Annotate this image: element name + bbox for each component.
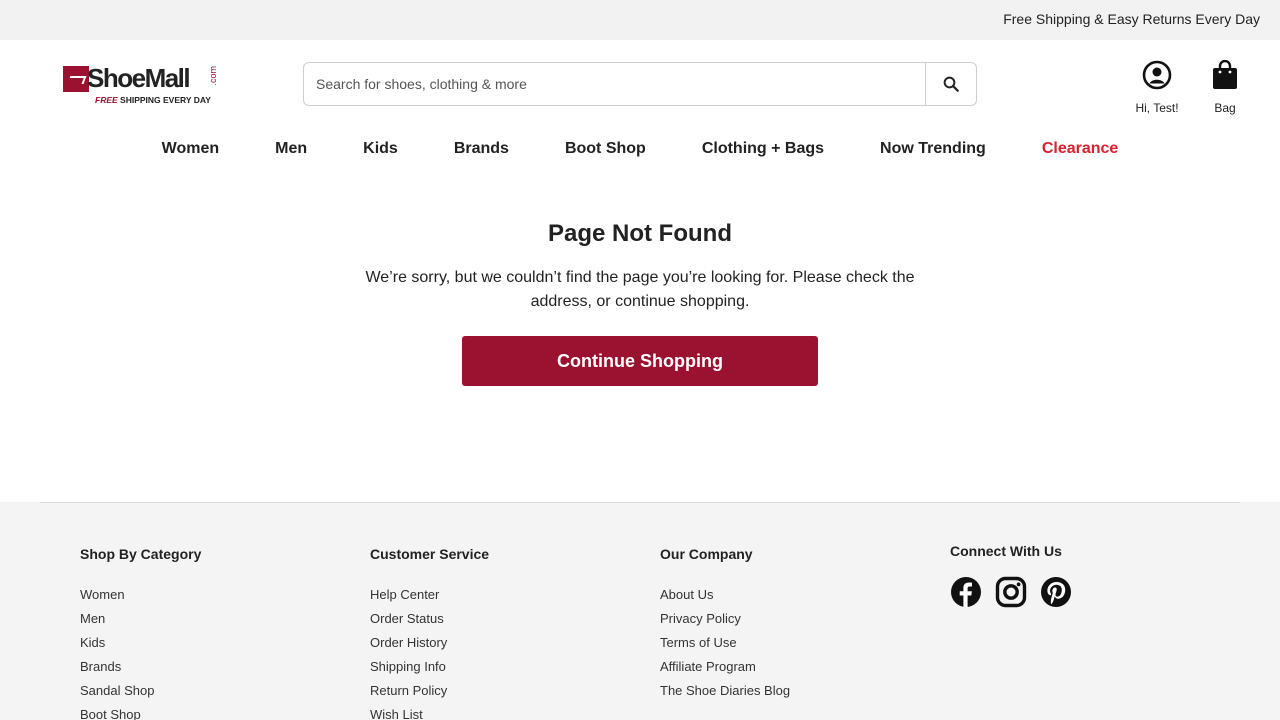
search-bar [303,62,977,106]
logo-tagline: FREE SHIPPING EVERY DAY [95,95,211,105]
pinterest-icon[interactable] [1040,576,1072,608]
bag-button[interactable]: Bag [1206,59,1244,115]
footer: Shop By Category Women Men Kids Brands S… [0,502,1280,720]
continue-shopping-button[interactable]: Continue Shopping [462,336,818,386]
footer-heading: Customer Service [370,546,490,562]
footer-divider [40,502,1240,503]
shopping-bag-icon [1213,59,1237,89]
logo-tagline-free: FREE [95,95,118,105]
social-links [950,576,1072,608]
logo-name: ShoeMall [87,63,191,93]
nav-item-brands[interactable]: Brands [454,140,509,158]
footer-link-boot-shop[interactable]: Boot Shop [80,703,201,720]
footer-link-terms-of-use[interactable]: Terms of Use [660,631,790,655]
not-found-content: Page Not Found We’re sorry, but we could… [0,220,1280,386]
search-input[interactable] [304,63,926,105]
logo-dotcom: .com [208,66,218,86]
footer-link-help-center[interactable]: Help Center [370,583,489,607]
footer-link-order-status[interactable]: Order Status [370,607,489,631]
nav-item-clothing-bags[interactable]: Clothing + Bags [702,140,824,158]
instagram-icon[interactable] [995,576,1027,608]
nav-item-boot-shop[interactable]: Boot Shop [565,140,646,158]
footer-link-order-history[interactable]: Order History [370,631,489,655]
promo-bar: Free Shipping & Easy Returns Every Day [0,0,1280,40]
footer-link-sandal-shop[interactable]: Sandal Shop [80,679,201,703]
footer-link-about-us[interactable]: About Us [660,583,790,607]
nav-item-kids[interactable]: Kids [363,140,398,158]
footer-heading: Our Company [660,546,753,562]
search-icon [943,76,959,92]
user-circle-icon [1142,60,1172,90]
footer-link-shoe-diaries-blog[interactable]: The Shoe Diaries Blog [660,679,790,703]
page-message: We’re sorry, but we couldn’t find the pa… [365,269,915,310]
footer-heading: Shop By Category [80,546,202,562]
footer-link-privacy-policy[interactable]: Privacy Policy [660,607,790,631]
footer-link-affiliate-program[interactable]: Affiliate Program [660,655,790,679]
nav-item-now-trending[interactable]: Now Trending [880,140,986,158]
promo-text: Free Shipping & Easy Returns Every Day [1003,11,1260,27]
nav-item-clearance[interactable]: Clearance [1042,140,1119,158]
footer-link-shipping-info[interactable]: Shipping Info [370,655,489,679]
footer-customer-service: Customer Service Help Center Order Statu… [370,546,489,720]
main-nav: Women Men Kids Brands Boot Shop Clothing… [0,140,1280,158]
footer-link-kids[interactable]: Kids [80,631,201,655]
account-button[interactable]: Hi, Test! [1128,60,1186,115]
bag-label: Bag [1214,101,1236,115]
account-label: Hi, Test! [1135,101,1179,115]
footer-link-men[interactable]: Men [80,607,201,631]
footer-link-return-policy[interactable]: Return Policy [370,679,489,703]
search-button[interactable] [925,63,976,105]
footer-link-wish-list[interactable]: Wish List [370,703,489,720]
logo-mark-icon [63,66,89,92]
footer-link-women[interactable]: Women [80,583,201,607]
footer-connect: Connect With Us [950,543,1072,608]
nav-item-women[interactable]: Women [162,140,219,158]
footer-our-company: Our Company About Us Privacy Policy Term… [660,546,790,703]
logo-tagline-rest: SHIPPING EVERY DAY [117,95,211,105]
facebook-icon[interactable] [950,576,982,608]
shoemall-logo[interactable]: ShoeMall .com FREE SHIPPING EVERY DAY [63,63,223,108]
footer-link-brands[interactable]: Brands [80,655,201,679]
page-title: Page Not Found [548,220,732,247]
nav-item-men[interactable]: Men [275,140,307,158]
footer-shop-by-category: Shop By Category Women Men Kids Brands S… [80,546,201,720]
footer-heading: Connect With Us [950,543,1062,559]
